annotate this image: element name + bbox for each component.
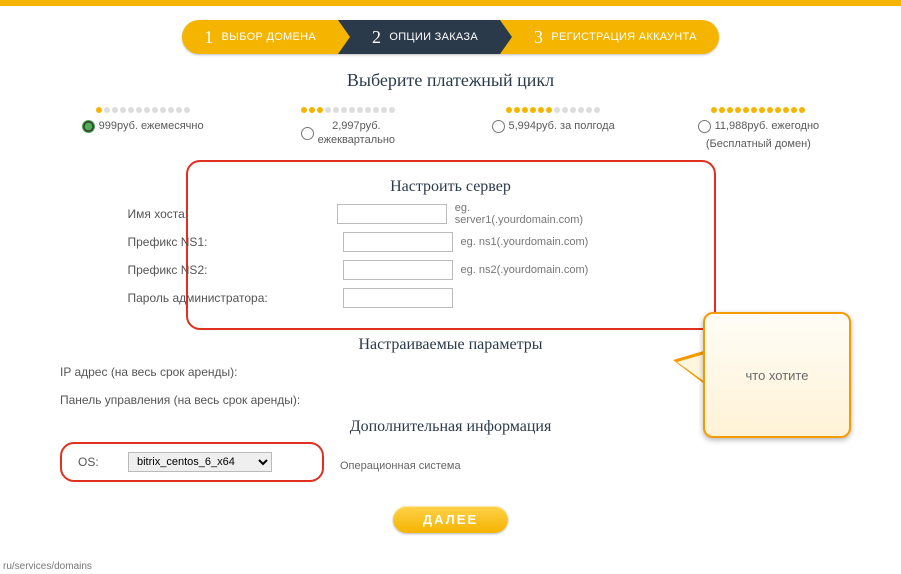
ns1-hint: eg. ns1(.yourdomain.com) bbox=[461, 236, 589, 248]
statusbar-path: ru/services/domains bbox=[3, 561, 92, 572]
callout-tail-icon bbox=[673, 350, 707, 386]
tooltip-callout: что хотите bbox=[703, 312, 851, 438]
ns2-input[interactable] bbox=[343, 260, 453, 280]
cycle-monthly[interactable]: 999руб. ежемесячно bbox=[48, 107, 237, 152]
ip-addr-label: IP адрес (на весь срок аренды): bbox=[60, 365, 330, 379]
cycle-annual-extra: (Бесплатный домен) bbox=[706, 137, 811, 151]
chevron-right-icon bbox=[338, 20, 350, 54]
ns2-label: Префикс NS2: bbox=[128, 263, 343, 277]
step-2[interactable]: 2 ОПЦИИ ЗАКАЗА bbox=[350, 20, 500, 54]
chevron-right-icon bbox=[500, 20, 512, 54]
step-1-label: ВЫБОР ДОМЕНА bbox=[222, 31, 317, 43]
step-2-label: ОПЦИИ ЗАКАЗА bbox=[389, 31, 478, 43]
cycle-heading: Выберите платежный цикл bbox=[0, 70, 901, 91]
dots-row bbox=[459, 107, 648, 113]
os-select[interactable]: bitrix_centos_6_x64 bbox=[128, 452, 272, 472]
server-heading: Настроить сервер bbox=[218, 178, 684, 196]
cycle-quarterly[interactable]: 2,997руб. ежеквартально bbox=[253, 107, 442, 152]
ns2-hint: eg. ns2(.yourdomain.com) bbox=[461, 264, 589, 276]
step-1[interactable]: 1 ВЫБОР ДОМЕНА bbox=[182, 20, 338, 54]
hostname-label: Имя хоста: bbox=[128, 207, 337, 221]
cycle-semiannual[interactable]: 5,994руб. за полгода bbox=[459, 107, 648, 152]
ns1-label: Префикс NS1: bbox=[128, 235, 343, 249]
hostname-input[interactable] bbox=[337, 204, 447, 224]
cycle-monthly-label: 999руб. ежемесячно bbox=[99, 119, 204, 133]
panel-label: Панель управления (на весь срок аренды): bbox=[60, 393, 330, 407]
ns1-input[interactable] bbox=[343, 232, 453, 252]
os-box: OS: bitrix_centos_6_x64 bbox=[60, 442, 324, 482]
cycle-annual[interactable]: 11,988руб. ежегодно (Бесплатный домен) bbox=[664, 107, 853, 152]
dots-row bbox=[253, 107, 442, 113]
callout-text: что хотите bbox=[746, 368, 809, 383]
dots-row bbox=[664, 107, 853, 113]
step-3-num: 3 bbox=[534, 27, 543, 48]
cycle-annual-radio[interactable] bbox=[698, 120, 711, 133]
next-button[interactable]: ДАЛЕЕ bbox=[393, 506, 508, 533]
step-1-num: 1 bbox=[204, 27, 213, 48]
hostname-hint: eg. server1(.yourdomain.com) bbox=[455, 202, 598, 226]
os-desc: Операционная система bbox=[340, 460, 461, 472]
rootpw-input[interactable] bbox=[343, 288, 453, 308]
cycle-annual-label: 11,988руб. ежегодно bbox=[715, 119, 820, 133]
step-3[interactable]: 3 РЕГИСТРАЦИЯ АККАУНТА bbox=[512, 20, 719, 54]
dots-row bbox=[48, 107, 237, 113]
cycle-semiannual-label: 5,994руб. за полгода bbox=[509, 119, 615, 133]
step-2-num: 2 bbox=[372, 27, 381, 48]
cycle-monthly-radio[interactable] bbox=[82, 120, 95, 133]
rootpw-label: Пароль администратора: bbox=[128, 291, 343, 305]
step-3-label: РЕГИСТРАЦИЯ АККАУНТА bbox=[551, 31, 696, 43]
cycle-quarterly-label: 2,997руб. ежеквартально bbox=[318, 119, 395, 148]
cycle-quarterly-radio[interactable] bbox=[301, 127, 314, 140]
os-label: OS: bbox=[78, 455, 118, 469]
cycle-options: 999руб. ежемесячно 2,997руб. ежекварталь… bbox=[0, 97, 901, 152]
steps-row: 1 ВЫБОР ДОМЕНА 2 ОПЦИИ ЗАКАЗА 3 РЕГИСТРА… bbox=[0, 6, 901, 54]
cycle-semiannual-radio[interactable] bbox=[492, 120, 505, 133]
server-config-box: Настроить сервер Имя хоста: eg. server1(… bbox=[186, 160, 716, 330]
